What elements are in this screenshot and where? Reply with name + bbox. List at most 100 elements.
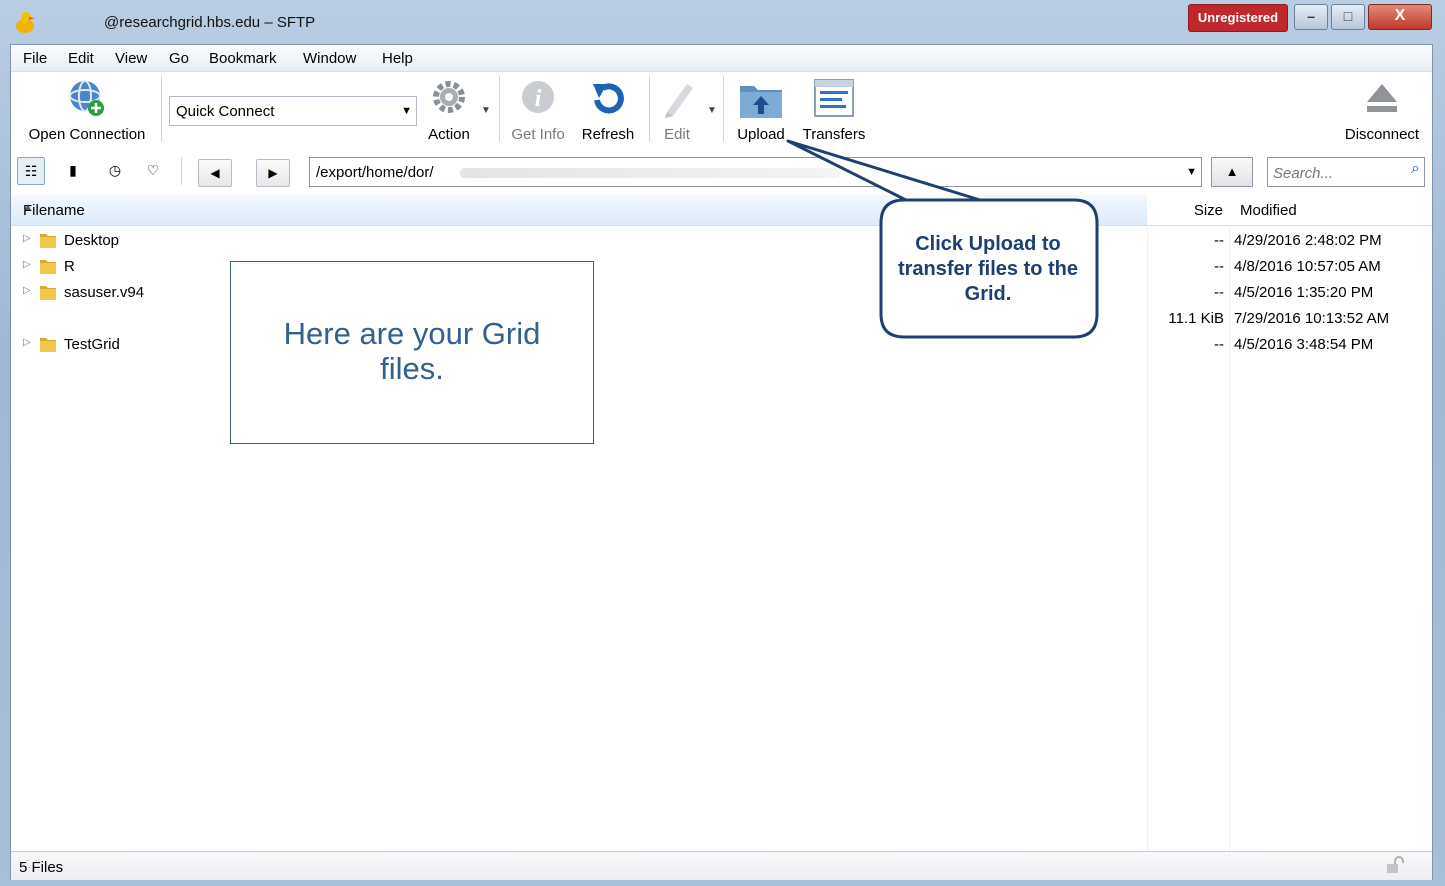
toolbar: Open Connection Quick Connect ▼ Action ▼ (11, 72, 1432, 148)
table-row[interactable]: ▷ R -- 4/8/2016 10:57:05 AM (11, 254, 1432, 280)
resize-grip-icon[interactable]: ⋰⋰ (19, 859, 1428, 870)
open-connection-label: Open Connection (28, 126, 146, 143)
file-name: sasuser.v94 (64, 284, 145, 301)
menu-help[interactable]: Help (382, 50, 413, 67)
file-name: R (64, 258, 75, 275)
file-modified: 4/29/2016 2:48:02 PM (1234, 232, 1382, 249)
expand-arrow-icon[interactable]: ▷ (23, 233, 31, 244)
folder-icon (40, 338, 56, 352)
menu-window[interactable]: Window (303, 50, 356, 67)
navigation-bar: ☷ ▮ ◷ ♡ ◀ ▶ /export/home/dor/ ▼ ▲ ⌕ (11, 151, 1432, 191)
file-name: TestGrid (64, 336, 120, 353)
edit-dropdown-icon[interactable]: ▼ (707, 105, 717, 116)
action-dropdown-icon[interactable]: ▼ (481, 105, 491, 116)
minimize-button[interactable]: – (1294, 4, 1328, 30)
get-info-button[interactable]: i Get Info (507, 78, 569, 143)
column-filename[interactable]: Filename ▲ (11, 195, 1147, 225)
expand-arrow-icon[interactable]: ▷ (23, 337, 31, 348)
search-box: ⌕ (1267, 157, 1425, 187)
duck-app-icon (16, 12, 35, 33)
bookmark-icon[interactable]: ▮ (59, 157, 87, 185)
open-connection-button[interactable]: Open Connection (19, 78, 155, 143)
globe-add-icon (69, 80, 104, 116)
close-icon: X (1394, 7, 1406, 24)
grid-files-annotation-text: Here are your Grid files. (283, 316, 541, 386)
edit-label: Edit (664, 126, 690, 143)
back-button[interactable]: ◀ (198, 159, 232, 187)
sort-ascending-icon: ▲ (23, 202, 33, 213)
toolbar-separator (649, 76, 650, 142)
folder-icon (40, 286, 56, 300)
history-icon[interactable]: ◷ (101, 157, 129, 185)
toolbar-separator (161, 76, 162, 142)
quick-connect-value: Quick Connect (176, 103, 275, 120)
expand-arrow-icon[interactable]: ▷ (23, 259, 31, 270)
forward-button[interactable]: ▶ (256, 159, 290, 187)
refresh-button[interactable]: Refresh (577, 78, 639, 143)
table-row[interactable]: 11.1 KiB 7/29/2016 10:13:52 AM (11, 306, 1432, 332)
transfers-button[interactable]: Transfers (799, 78, 869, 143)
quick-connect-select[interactable]: Quick Connect ▼ (169, 96, 417, 126)
file-size: 11.1 KiB (1168, 310, 1224, 327)
info-icon: i (522, 81, 554, 113)
transfers-list-icon (814, 79, 854, 117)
bonjour-icon[interactable]: ♡ (139, 157, 167, 185)
path-value: /export/home/dor/ (316, 164, 434, 181)
search-icon[interactable]: ⌕ (1411, 160, 1420, 178)
menu-go[interactable]: Go (169, 50, 189, 67)
file-name: Desktop (64, 232, 120, 249)
file-modified: 4/5/2016 3:48:54 PM (1234, 336, 1374, 353)
search-input[interactable] (1271, 161, 1401, 185)
svg-text:i: i (535, 86, 542, 112)
edit-button[interactable]: Edit (657, 78, 697, 143)
disconnect-label: Disconnect (1344, 126, 1420, 143)
chevron-down-icon: ▼ (1186, 166, 1197, 178)
refresh-label: Refresh (581, 126, 635, 143)
browser-view-icon[interactable]: ☷ (17, 157, 45, 185)
window-title: @researchgrid.hbs.edu – SFTP (104, 14, 316, 31)
upload-button[interactable]: Upload (733, 78, 789, 143)
file-modified: 4/8/2016 10:57:05 AM (1234, 258, 1381, 275)
toolbar-separator (499, 76, 500, 142)
transfers-label: Transfers (802, 126, 866, 143)
menu-view[interactable]: View (115, 50, 147, 67)
close-button[interactable]: X (1368, 4, 1432, 30)
table-row[interactable]: ▷ Desktop -- 4/29/2016 2:48:02 PM (11, 228, 1432, 254)
grid-files-annotation: Here are your Grid files. (230, 261, 594, 444)
file-size: -- (1214, 232, 1224, 249)
column-size[interactable]: Size (1147, 202, 1223, 219)
folder-icon (40, 234, 56, 248)
parent-directory-button[interactable]: ▲ (1211, 157, 1253, 187)
disconnect-button[interactable]: Disconnect (1339, 78, 1425, 143)
upload-callout-text: Click Upload to transfer files to the Gr… (897, 233, 1079, 305)
expand-arrow-icon[interactable]: ▷ (23, 285, 31, 296)
menu-edit[interactable]: Edit (68, 50, 94, 67)
nav-separator (181, 157, 182, 185)
table-row[interactable]: ▷ TestGrid -- 4/5/2016 3:48:54 PM (11, 332, 1432, 358)
client-area: File Edit View Go Bookmark Window Help O… (10, 44, 1433, 880)
unregistered-badge[interactable]: Unregistered (1188, 4, 1288, 32)
toolbar-separator (723, 76, 724, 142)
title-bar[interactable]: @researchgrid.hbs.edu – SFTP Unregistere… (0, 0, 1445, 44)
table-row[interactable]: ▷ sasuser.v94 -- 4/5/2016 1:35:20 PM (11, 280, 1432, 306)
column-modified[interactable]: Modified (1240, 202, 1297, 219)
pencil-icon (665, 84, 693, 118)
status-bar: 5 Files ⋰⋰ (11, 851, 1432, 880)
action-button[interactable]: Action (423, 78, 475, 143)
minimize-icon: – (1307, 8, 1315, 24)
file-list-header: Filename ▲ Size Modified (11, 195, 1432, 226)
menu-bar: File Edit View Go Bookmark Window Help (11, 45, 1432, 72)
maximize-icon: □ (1343, 8, 1353, 24)
menu-file[interactable]: File (23, 50, 47, 67)
file-modified: 4/5/2016 1:35:20 PM (1234, 284, 1374, 301)
app-window: @researchgrid.hbs.edu – SFTP Unregistere… (0, 0, 1445, 886)
menu-bookmark[interactable]: Bookmark (209, 50, 277, 67)
redacted-path (460, 168, 840, 178)
upload-folder-icon (740, 86, 782, 118)
file-size: -- (1214, 336, 1224, 353)
path-select[interactable]: /export/home/dor/ ▼ (309, 157, 1202, 187)
refresh-icon (593, 83, 624, 114)
maximize-button[interactable]: □ (1331, 4, 1365, 30)
file-size: -- (1214, 258, 1224, 275)
upload-label: Upload (737, 126, 785, 143)
